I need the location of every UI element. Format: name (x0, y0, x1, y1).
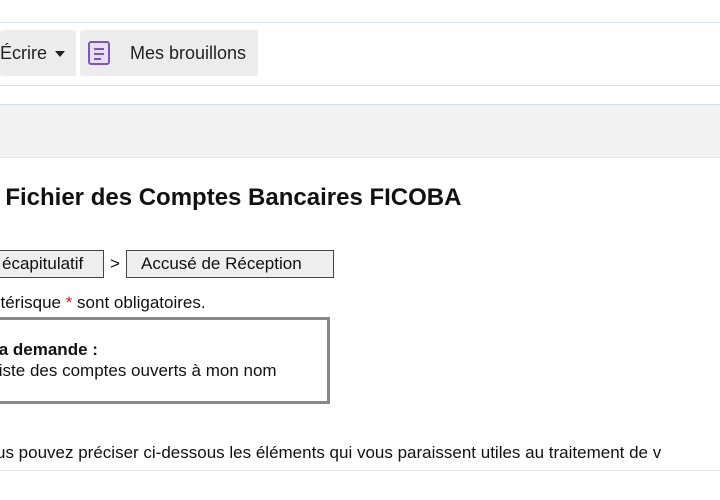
step-accuse-reception[interactable]: Accusé de Réception (126, 250, 334, 278)
drafts-button-label: Mes brouillons (130, 42, 247, 63)
required-fields-note: stérisque * sont obligatoires. (0, 293, 206, 313)
page-title: u Fichier des Comptes Bancaires FICOBA (0, 184, 462, 211)
step-separator: > (110, 254, 120, 273)
drafts-document-icon (88, 41, 110, 65)
caret-down-icon (55, 51, 66, 57)
secondary-bar (0, 104, 720, 158)
details-hint-text: us pouvez préciser ci-dessous les élémen… (0, 443, 662, 462)
step-recapitulatif[interactable]: écapitulatif (0, 250, 104, 278)
compose-button-label: Écrire (0, 42, 48, 63)
required-note-text-before: stérisque (0, 293, 61, 312)
compose-button[interactable]: Écrire (0, 30, 76, 76)
request-value: liste des comptes ouverts à mon nom (0, 361, 277, 380)
drafts-button[interactable]: Mes brouillons (80, 30, 258, 76)
required-note-text-after: sont obligatoires. (72, 293, 206, 312)
request-label: la demande : (0, 340, 98, 359)
divider (0, 470, 720, 471)
